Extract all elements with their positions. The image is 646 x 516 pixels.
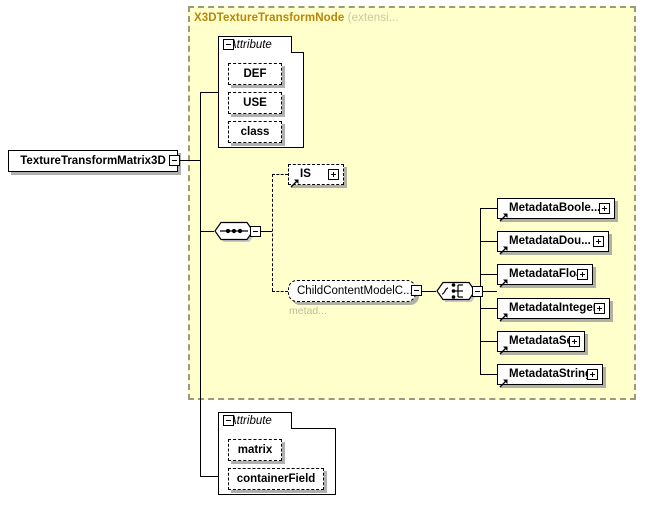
- root-element-minus-toggle[interactable]: [169, 155, 180, 166]
- metadata-element-label-5: MetadataSet: [498, 336, 577, 348]
- metadata-plus-toggle-2[interactable]: [593, 236, 604, 247]
- optional-branch-to-is: [272, 174, 288, 175]
- metadata-plus-toggle-1[interactable]: [599, 203, 610, 214]
- metadata-element-label-4: MetadataInteger: [498, 303, 597, 315]
- optional-branch-to-group: [272, 291, 288, 292]
- sequence-connector-line: [200, 231, 214, 232]
- element-reference-arrow-icon: [499, 342, 508, 351]
- metadata-element-box-1[interactable]: MetadataBoole...: [497, 198, 615, 219]
- attribute-item-matrix-label: matrix: [238, 444, 273, 456]
- attribute-item-def[interactable]: DEF: [228, 63, 282, 85]
- root-element-box[interactable]: TextureTransformMatrix3D: [8, 150, 178, 172]
- top-attribute-minus-toggle[interactable]: [223, 39, 234, 50]
- group-reference-box[interactable]: ChildContentModelC...: [288, 280, 416, 302]
- attribute-item-containerfield[interactable]: containerField: [228, 468, 324, 490]
- sequence-output-line: [261, 231, 272, 232]
- attribute-item-use-label: USE: [243, 97, 267, 109]
- group-reference-label: ChildContentModelC...: [289, 285, 413, 297]
- element-reference-arrow-icon: [499, 309, 508, 318]
- sequence-minus-toggle[interactable]: [250, 226, 261, 237]
- metadata-plus-toggle-4[interactable]: [594, 303, 605, 314]
- element-reference-arrow-icon: [499, 275, 508, 284]
- metadata-branch-line-3: [480, 274, 497, 275]
- metadata-element-label-1: MetadataBoole...: [498, 203, 600, 215]
- main-trunk-line: [200, 92, 201, 476]
- is-element-plus-toggle[interactable]: [328, 169, 339, 180]
- attribute-item-class-label: class: [241, 126, 270, 138]
- metadata-branch-line-4: [480, 308, 497, 309]
- optional-branch-vertical: [272, 174, 273, 291]
- metadata-branch-line-1: [480, 208, 497, 209]
- metadata-plus-toggle-5[interactable]: [569, 336, 580, 347]
- element-reference-arrow-icon: [499, 242, 508, 251]
- bottom-attribute-connector: [200, 476, 218, 477]
- extension-region-title: X3DTextureTransformNode (extensi...: [194, 12, 399, 24]
- attribute-item-def-label: DEF: [244, 68, 267, 80]
- extension-title-text: X3DTextureTransformNode: [194, 12, 344, 24]
- attribute-item-matrix[interactable]: matrix: [228, 439, 282, 461]
- bottom-attribute-minus-toggle[interactable]: [223, 415, 234, 426]
- group-to-choice-line: [422, 291, 436, 292]
- sequence-compositor[interactable]: [214, 219, 254, 244]
- root-element-label: TextureTransformMatrix3D: [20, 155, 166, 167]
- element-reference-arrow-icon: [290, 175, 299, 184]
- top-attribute-tab-label: Attribute: [229, 39, 272, 51]
- element-reference-arrow-icon: [499, 209, 508, 218]
- attribute-item-containerfield-label: containerField: [237, 473, 316, 485]
- element-reference-arrow-icon: [499, 375, 508, 384]
- attribute-item-use[interactable]: USE: [228, 92, 282, 114]
- metadata-element-label-2: MetadataDou...: [498, 236, 591, 248]
- schema-diagram-canvas: X3DTextureTransformNode (extensi... Text…: [0, 0, 646, 516]
- attribute-item-class[interactable]: class: [228, 121, 282, 143]
- metadata-plus-toggle-3[interactable]: [577, 269, 588, 280]
- metadata-element-label-3: MetadataFloat: [498, 269, 586, 281]
- metadata-branch-line-6: [480, 374, 497, 375]
- root-connector-line: [180, 160, 201, 161]
- choice-minus-toggle[interactable]: [472, 286, 483, 297]
- group-reference-minus-toggle[interactable]: [411, 285, 422, 296]
- metadata-branch-line-2: [480, 241, 497, 242]
- metadata-plus-toggle-6[interactable]: [587, 369, 598, 380]
- top-attribute-connector: [200, 92, 218, 93]
- bottom-attribute-tab-label: Attribute: [229, 415, 272, 427]
- metadata-branch-line-5: [480, 341, 497, 342]
- extension-title-qualifier: (extensi...: [348, 12, 399, 24]
- group-reference-sublabel: metad...: [289, 305, 327, 317]
- metadata-element-label-6: MetadataString: [498, 369, 592, 381]
- choice-compositor[interactable]: [436, 279, 476, 304]
